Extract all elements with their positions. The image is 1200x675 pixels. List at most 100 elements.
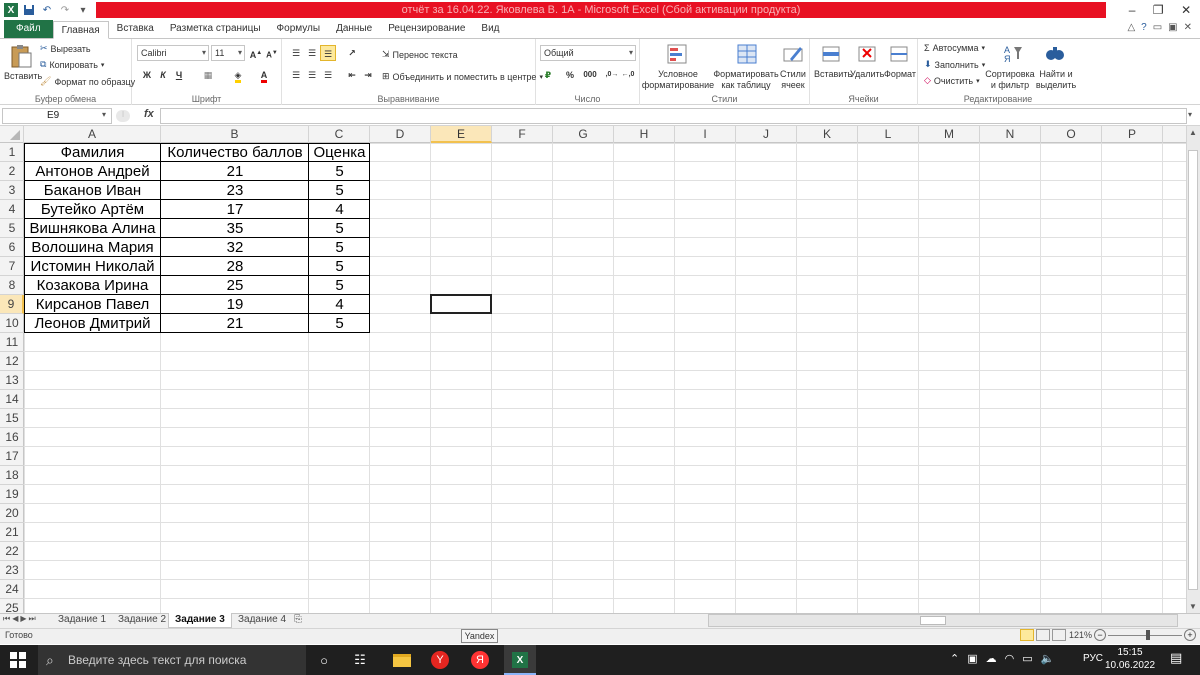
column-header-o[interactable]: O [1041, 126, 1102, 143]
table-cell[interactable]: Истомин Николай [24, 257, 161, 276]
tab-file[interactable]: Файл [4, 20, 53, 38]
table-cell[interactable]: 21 [161, 314, 309, 333]
table-cell[interactable]: 5 [309, 314, 370, 333]
minimize-ribbon-icon[interactable]: △ [1127, 22, 1135, 33]
tab-page-layout[interactable]: Разметка страницы [162, 20, 269, 38]
row-header-15[interactable]: 15 [0, 409, 24, 428]
fill-button[interactable]: ⬇ Заполнить ▾ [924, 59, 985, 70]
tab-review[interactable]: Рецензирование [380, 20, 473, 38]
copy-button[interactable]: ⧉ Копировать ▾ [40, 59, 104, 70]
row-header-14[interactable]: 14 [0, 390, 24, 409]
tab-view[interactable]: Вид [473, 20, 507, 38]
file-explorer-icon[interactable] [392, 650, 412, 670]
name-box[interactable]: E9 [2, 108, 112, 124]
font-color-icon[interactable]: A [256, 67, 272, 83]
customize-qat-icon[interactable]: ▾ [76, 3, 90, 17]
row-header-17[interactable]: 17 [0, 447, 24, 466]
currency-icon[interactable]: ₽ [540, 67, 556, 83]
autosum-button[interactable]: Σ Автосумма ▾ [924, 43, 985, 53]
sheet-nav-icons[interactable]: ⏮◀▶⏭ [3, 614, 38, 624]
minimize-icon[interactable]: – [1129, 3, 1136, 17]
column-header-j[interactable]: J [736, 126, 797, 143]
row-header-21[interactable]: 21 [0, 523, 24, 542]
column-header-b[interactable]: B [161, 126, 309, 143]
paste-icon[interactable] [8, 43, 34, 69]
expand-formula-icon[interactable]: ▾ [1188, 110, 1192, 119]
zoom-level[interactable]: 121% [1069, 630, 1092, 640]
task-view-icon[interactable]: ○ [314, 650, 334, 670]
table-cell[interactable]: 25 [161, 276, 309, 295]
find-select-button[interactable]: Найти и выделить [1034, 69, 1078, 91]
format-as-table-icon[interactable] [736, 43, 762, 69]
column-header-i[interactable]: I [675, 126, 736, 143]
grow-font-icon[interactable]: A▲ [248, 45, 264, 61]
italic-button[interactable]: К [155, 67, 171, 83]
window-min-icon[interactable]: ▭ [1153, 22, 1162, 33]
sheet-tab-3[interactable]: Задание 3 [168, 613, 232, 628]
table-header-cell[interactable]: Фамилия [24, 143, 161, 162]
close-icon[interactable]: ✕ [1181, 3, 1191, 17]
sort-filter-button[interactable]: Сортировка и фильтр [984, 69, 1036, 91]
table-cell[interactable]: 5 [309, 238, 370, 257]
increase-indent-icon[interactable]: ⇥ [360, 67, 376, 83]
table-cell[interactable]: Волошина Мария [24, 238, 161, 257]
table-cell[interactable]: 4 [309, 295, 370, 314]
cell-styles-icon[interactable] [782, 43, 808, 69]
row-header-18[interactable]: 18 [0, 466, 24, 485]
row-header-2[interactable]: 2 [0, 162, 24, 181]
table-cell[interactable]: 5 [309, 219, 370, 238]
merge-center-button[interactable]: ⊞ Объединить и поместить в центре ▾ [382, 71, 543, 82]
help-icon[interactable]: ? [1141, 22, 1147, 33]
align-center-icon[interactable]: ☰ [304, 67, 320, 83]
zoom-slider[interactable] [1108, 635, 1182, 636]
align-left-icon[interactable]: ☰ [288, 67, 304, 83]
windows-start-icon[interactable] [8, 650, 28, 670]
table-cell[interactable]: Леонов Дмитрий [24, 314, 161, 333]
column-header-e[interactable]: E [431, 126, 492, 143]
table-cell[interactable]: 19 [161, 295, 309, 314]
orientation-icon[interactable]: ↗ [344, 45, 360, 61]
taskbar-search[interactable]: Введите здесь текст для поиска [38, 645, 306, 675]
fill-color-icon[interactable]: ◈ [230, 67, 246, 83]
notifications-icon[interactable]: ▤ [1170, 650, 1182, 666]
battery-icon[interactable]: ▭ [1022, 652, 1032, 665]
window-restore-icon[interactable]: ▣ [1168, 22, 1177, 33]
cell-grid[interactable]: Фамилия Количество баллов Оценка Антонов Ан… [24, 143, 1186, 613]
scroll-down-icon[interactable]: ▼ [1189, 602, 1197, 611]
fx-icon[interactable]: fx [144, 108, 154, 120]
horizontal-scroll-thumb[interactable] [920, 616, 946, 625]
column-header-c[interactable]: C [309, 126, 370, 143]
table-cell[interactable]: 5 [309, 276, 370, 295]
insert-cells-button[interactable]: Вставить [814, 69, 852, 79]
row-header-1[interactable]: 1 [0, 143, 24, 162]
align-top-icon[interactable]: ☰ [288, 45, 304, 61]
tab-home[interactable]: Главная [52, 21, 109, 39]
number-format-select[interactable]: Общий [540, 45, 636, 61]
window-close-icon[interactable]: ✕ [1184, 22, 1192, 33]
align-middle-icon[interactable]: ☰ [304, 45, 320, 61]
column-header-f[interactable]: F [492, 126, 553, 143]
table-cell[interactable]: 4 [309, 200, 370, 219]
row-header-24[interactable]: 24 [0, 580, 24, 599]
formula-input[interactable] [160, 108, 1187, 124]
table-cell[interactable]: Кирсанов Павел [24, 295, 161, 314]
conditional-format-icon[interactable] [666, 43, 692, 69]
clock[interactable]: 15:15 10.06.2022 [1100, 646, 1160, 674]
save-icon[interactable] [22, 3, 36, 17]
table-cell[interactable]: Баканов Иван [24, 181, 161, 200]
table-cell[interactable]: 32 [161, 238, 309, 257]
wrap-text-button[interactable]: ⇲ Перенос текста [382, 49, 458, 60]
format-cells-button[interactable]: Формат [884, 69, 916, 79]
tab-data[interactable]: Данные [328, 20, 380, 38]
table-cell[interactable]: 23 [161, 181, 309, 200]
zoom-slider-thumb[interactable] [1146, 630, 1150, 640]
delete-cells-button[interactable]: Удалить [850, 69, 884, 79]
table-cell[interactable]: Бутейко Артём [24, 200, 161, 219]
wifi-icon[interactable]: ◠ [1005, 652, 1015, 665]
table-header-cell[interactable]: Количество баллов [161, 143, 309, 162]
table-cell[interactable]: 5 [309, 257, 370, 276]
sort-filter-icon[interactable]: АЯ [1002, 43, 1028, 69]
tray-onedrive-icon[interactable]: ☁ [986, 652, 997, 665]
row-header-7[interactable]: 7 [0, 257, 24, 276]
decrease-indent-icon[interactable]: ⇤ [344, 67, 360, 83]
